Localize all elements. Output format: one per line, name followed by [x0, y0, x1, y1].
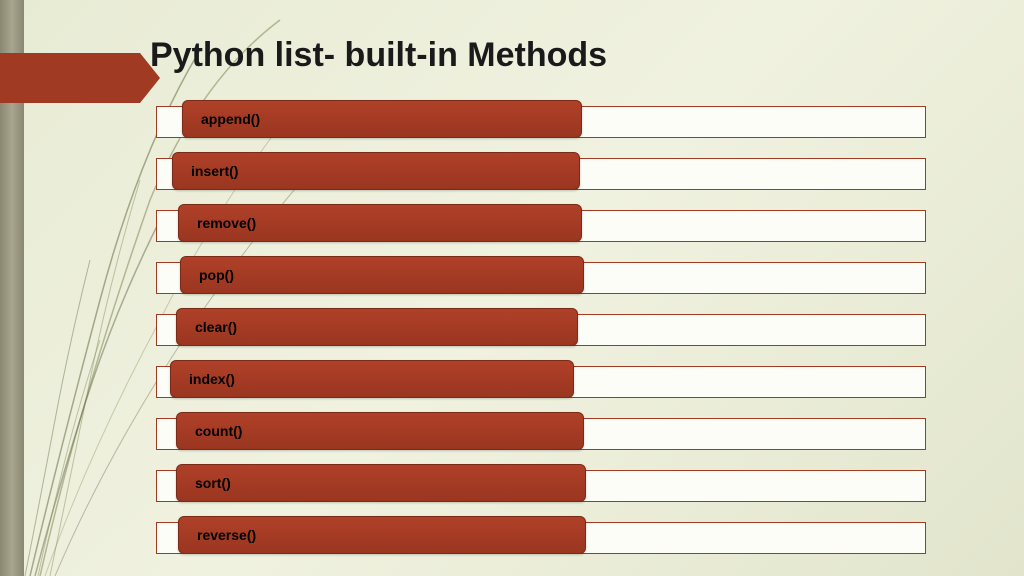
method-bar: pop() [180, 256, 584, 294]
method-label: reverse() [197, 527, 256, 543]
method-bar: count() [176, 412, 584, 450]
method-label: clear() [195, 319, 237, 335]
method-row: insert() [164, 152, 924, 192]
methods-list: append() insert() remove() pop() clear() inde… [164, 100, 924, 568]
method-row: pop() [164, 256, 924, 296]
method-bar: clear() [176, 308, 578, 346]
method-row: index() [164, 360, 924, 400]
method-label: sort() [195, 475, 231, 491]
method-bar: sort() [176, 464, 586, 502]
method-label: remove() [197, 215, 256, 231]
method-row: reverse() [164, 516, 924, 556]
method-bar: index() [170, 360, 574, 398]
method-label: count() [195, 423, 242, 439]
slide-title: Python list- built-in Methods [150, 36, 607, 75]
method-label: pop() [199, 267, 234, 283]
method-bar: append() [182, 100, 582, 138]
method-bar: insert() [172, 152, 580, 190]
method-row: remove() [164, 204, 924, 244]
method-label: insert() [191, 163, 238, 179]
method-row: append() [164, 100, 924, 140]
method-row: clear() [164, 308, 924, 348]
method-label: append() [201, 111, 260, 127]
method-label: index() [189, 371, 235, 387]
method-row: sort() [164, 464, 924, 504]
method-row: count() [164, 412, 924, 452]
method-bar: remove() [178, 204, 582, 242]
method-bar: reverse() [178, 516, 586, 554]
title-arrow-shape [0, 53, 140, 103]
